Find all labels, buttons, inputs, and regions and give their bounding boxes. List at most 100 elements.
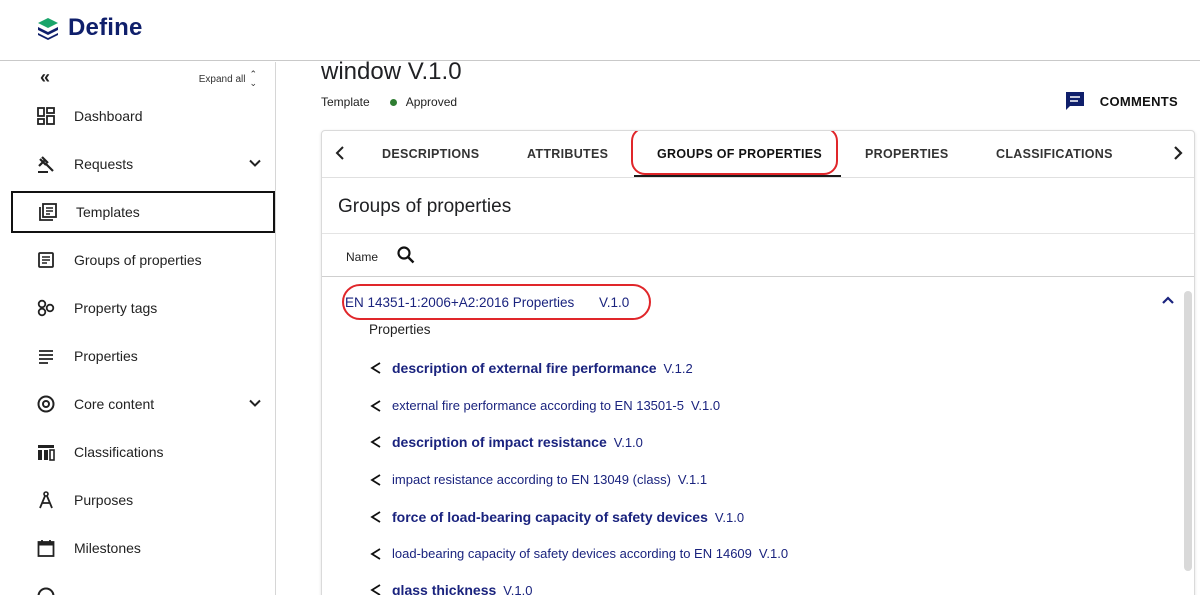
sidebar-item-dashboard[interactable]: Dashboard — [10, 95, 275, 137]
comments-label: COMMENTS — [1099, 93, 1178, 109]
chevron-down-icon[interactable] — [248, 156, 262, 173]
group-row[interactable]: EN 14351-1:2006+A2:2016 Properties V.1.0 — [322, 278, 1194, 326]
tab-classifications[interactable]: CLASSIFICATIONS — [996, 147, 1113, 161]
property-name[interactable]: glass thickness — [392, 582, 496, 595]
dashboard-icon — [35, 105, 57, 127]
sidebar-item-core-content[interactable]: Core content — [10, 383, 275, 425]
calendar-icon — [35, 537, 57, 559]
property-version: V.1.2 — [663, 360, 693, 376]
circle-icon — [35, 585, 57, 595]
property-name[interactable]: load-bearing capacity of safety devices … — [392, 546, 752, 561]
sidebar-item-partial[interactable] — [10, 575, 275, 595]
sidebar-item-classifications[interactable]: Classifications — [10, 431, 275, 473]
tab-bar: DESCRIPTIONS ATTRIBUTES GROUPS OF PROPER… — [322, 131, 1194, 178]
scrollbar[interactable] — [1184, 291, 1192, 571]
group-version: V.1.0 — [599, 295, 630, 310]
sidebar-item-requests[interactable]: Requests — [10, 143, 275, 185]
search-icon[interactable] — [396, 245, 416, 265]
share-icon — [370, 399, 381, 412]
sidebar-item-properties[interactable]: Properties — [10, 335, 275, 377]
tab-properties[interactable]: PROPERTIES — [865, 147, 949, 161]
share-icon — [370, 511, 381, 523]
property-item[interactable]: description of external fire performance… — [369, 360, 693, 376]
sidebar: « Expand all ⌃ ⌄ Dashboard Requests Templ… — [10, 62, 276, 595]
unfold-icon: ⌃ ⌄ — [249, 69, 257, 88]
at-sign-icon — [35, 393, 57, 415]
comments-button[interactable]: COMMENTS — [1064, 90, 1178, 112]
status-badge: Approved — [405, 95, 458, 109]
sidebar-item-milestones[interactable]: Milestones — [10, 527, 275, 569]
group-title-link[interactable]: EN 14351-1:2006+A2:2016 Properties — [345, 295, 574, 310]
template-type-label: Template — [321, 95, 370, 109]
content-card: DESCRIPTIONS ATTRIBUTES GROUPS OF PROPER… — [321, 130, 1195, 595]
property-version: V.1.1 — [677, 472, 708, 487]
tab-attributes[interactable]: ATTRIBUTES — [527, 147, 608, 161]
share-icon — [370, 436, 381, 448]
sidebar-item-label: Property tags — [74, 300, 158, 316]
double-chevron-left-icon[interactable]: « — [40, 67, 50, 88]
sidebar-item-label: Milestones — [74, 540, 141, 556]
property-item[interactable]: glass thickness V.1.0 — [369, 582, 532, 595]
compass-icon — [35, 489, 57, 511]
property-version: V.1.0 — [503, 582, 533, 595]
sidebar-item-templates[interactable]: Templates — [11, 191, 275, 233]
expand-all-label: Expand all — [198, 73, 246, 85]
status-dot — [389, 98, 397, 106]
expand-all-button[interactable]: Expand all ⌃ ⌄ — [199, 70, 257, 88]
name-column-label: Name — [346, 250, 379, 264]
sidebar-item-label: Templates — [76, 204, 140, 220]
share-icon — [370, 473, 381, 486]
app-logo-text: Define — [68, 14, 143, 41]
tab-groups-of-properties[interactable]: GROUPS OF PROPERTIES — [657, 147, 822, 161]
sidebar-item-label: Core content — [74, 396, 155, 412]
tags-icon — [35, 297, 57, 319]
property-item[interactable]: impact resistance according to EN 13049 … — [369, 472, 707, 487]
classification-icon — [35, 441, 57, 463]
property-name[interactable]: impact resistance according to EN 13049 … — [392, 472, 671, 487]
sidebar-item-label: Requests — [74, 156, 134, 172]
property-item[interactable]: description of impact resistance V.1.0 — [369, 434, 643, 450]
filter-row: Name — [322, 233, 1194, 277]
sidebar-item-purposes[interactable]: Purposes — [10, 479, 275, 521]
sidebar-item-label: Properties — [74, 348, 138, 364]
property-name[interactable]: force of load-bearing capacity of safety… — [392, 509, 708, 525]
top-bar: Define — [0, 0, 1200, 61]
article-icon — [35, 249, 57, 271]
share-icon — [370, 362, 381, 374]
sidebar-item-property-tags[interactable]: Property tags — [10, 287, 275, 329]
chevron-right-icon[interactable] — [1168, 143, 1188, 168]
app-logo[interactable]: Define — [36, 14, 143, 42]
list-icon — [35, 345, 57, 367]
template-meta: Template Approved — [321, 95, 457, 109]
library-books-icon — [37, 201, 59, 223]
comment-icon — [1065, 92, 1084, 110]
define-logo-icon — [38, 18, 58, 40]
property-item[interactable]: force of load-bearing capacity of safety… — [369, 509, 744, 525]
properties-label: Properties — [369, 322, 431, 337]
property-name[interactable]: external fire performance according to E… — [392, 398, 684, 413]
share-icon — [370, 547, 381, 560]
chevron-up-icon[interactable] — [1160, 292, 1176, 313]
property-version: V.1.0 — [714, 509, 745, 525]
property-item[interactable]: external fire performance according to E… — [369, 398, 720, 413]
chevron-left-icon[interactable] — [330, 143, 350, 168]
property-name[interactable]: description of external fire performance — [392, 360, 657, 376]
sidebar-item-label: Dashboard — [74, 108, 143, 124]
sidebar-header: « Expand all ⌃ ⌄ — [10, 62, 275, 92]
gavel-icon — [35, 153, 57, 175]
property-version: V.1.0 — [613, 434, 643, 450]
property-version: V.1.0 — [758, 546, 789, 561]
sidebar-item-groups-of-properties[interactable]: Groups of properties — [10, 239, 275, 281]
section-title: Groups of properties — [338, 196, 512, 217]
property-name[interactable]: description of impact resistance — [392, 434, 607, 450]
active-tab-indicator — [634, 175, 841, 177]
sidebar-item-label: Groups of properties — [74, 252, 202, 268]
chevron-down-icon[interactable] — [248, 396, 262, 413]
sidebar-item-label: Classifications — [74, 444, 164, 460]
sidebar-item-label: Purposes — [74, 492, 134, 508]
property-version: V.1.0 — [690, 398, 721, 413]
share-icon — [370, 584, 381, 595]
property-item[interactable]: load-bearing capacity of safety devices … — [369, 546, 788, 561]
page-title: window V.1.0 — [321, 58, 462, 85]
tab-descriptions[interactable]: DESCRIPTIONS — [382, 147, 479, 161]
